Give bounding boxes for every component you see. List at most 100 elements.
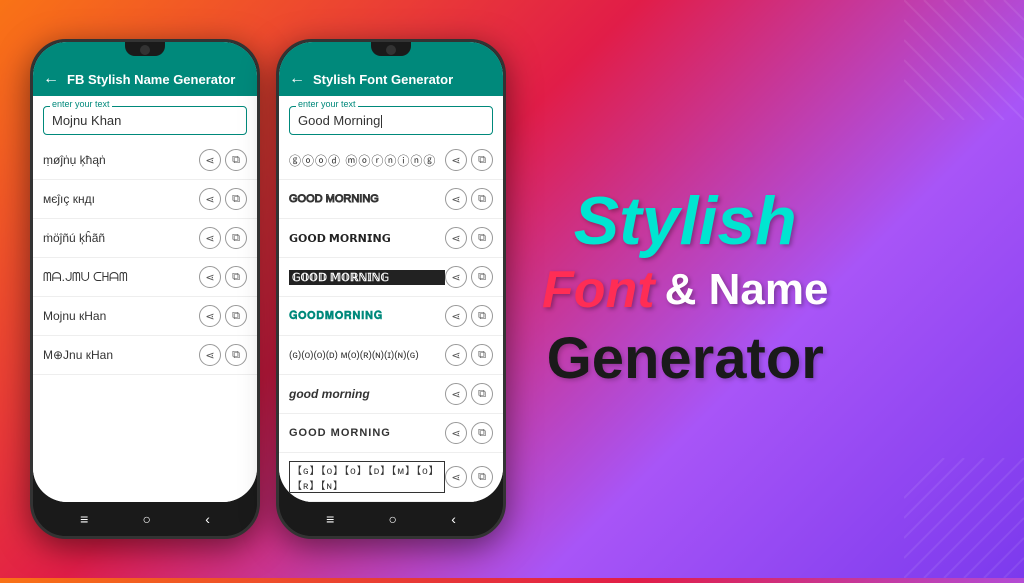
font-text-3: ṁöĵñú ķĥãñ xyxy=(43,231,199,245)
phone-2-input-label: enter your text xyxy=(296,99,358,109)
phone-2: ← Stylish Font Generator enter your text… xyxy=(276,39,506,539)
font-actions-2: ⋖ ⧉ xyxy=(199,188,247,210)
font-text-6: M⊕Jnu кHan xyxy=(43,348,199,362)
font-actions-1: ⋖ ⧉ xyxy=(199,149,247,171)
phone-2-input-area: enter your text Good Morning xyxy=(279,96,503,141)
p2-font-text-2: GOOD MORNING xyxy=(289,193,445,205)
p2-copy-btn-5[interactable]: ⧉ xyxy=(471,305,493,327)
font-item-6: M⊕Jnu кHan ⋖ ⧉ xyxy=(33,336,257,375)
p2-font-item-9: 【ɢ】【ᴏ】【ᴏ】【ᴅ】【ᴍ】【ᴏ】【ʀ】【ɴ】 ⋖ ⧉ xyxy=(279,453,503,502)
font-actions-3: ⋖ ⧉ xyxy=(199,227,247,249)
p2-font-actions-8: ⋖ ⧉ xyxy=(445,422,493,444)
back-arrow-icon-2[interactable]: ← xyxy=(289,70,305,88)
p2-copy-btn-1[interactable]: ⧉ xyxy=(471,149,493,171)
home-nav-btn-1[interactable]: ○ xyxy=(143,511,151,527)
phone-2-input-wrapper[interactable]: enter your text Good Morning xyxy=(289,106,493,135)
p2-font-text-5: 𝐆𝐎𝐎𝐃𝐌𝐎𝐑𝐍𝐈𝐍𝐆 xyxy=(289,310,445,323)
p2-copy-btn-3[interactable]: ⧉ xyxy=(471,227,493,249)
p2-share-btn-4[interactable]: ⋖ xyxy=(445,266,467,288)
phone-1-title: FB Stylish Name Generator xyxy=(67,72,235,87)
p2-share-btn-9[interactable]: ⋖ xyxy=(445,466,467,488)
font-item-3: ṁöĵñú ķĥãñ ⋖ ⧉ xyxy=(33,219,257,258)
p2-copy-btn-8[interactable]: ⧉ xyxy=(471,422,493,444)
p2-font-item-8: GOOD MORNING ⋖ ⧉ xyxy=(279,414,503,453)
share-btn-3[interactable]: ⋖ xyxy=(199,227,221,249)
back-nav-btn-2[interactable]: ‹ xyxy=(451,511,456,527)
p2-font-actions-2: ⋖ ⧉ xyxy=(445,188,493,210)
p2-font-actions-3: ⋖ ⧉ xyxy=(445,227,493,249)
copy-btn-6[interactable]: ⧉ xyxy=(225,344,247,366)
phone-2-font-list: ⓖⓞⓞⓓ ⓜⓞⓡⓝⓘⓝⓖ ⋖ ⧉ GOOD MORNING ⋖ ⧉ 𝗚𝗢𝗢𝗗 𝗠… xyxy=(279,141,503,502)
p2-share-btn-7[interactable]: ⋖ xyxy=(445,383,467,405)
font-actions-6: ⋖ ⧉ xyxy=(199,344,247,366)
menu-nav-btn-1[interactable]: ≡ xyxy=(80,511,88,527)
share-btn-4[interactable]: ⋖ xyxy=(199,266,221,288)
p2-font-actions-9: ⋖ ⧉ xyxy=(445,466,493,488)
phone-1-screen: ← FB Stylish Name Generator enter your t… xyxy=(33,42,257,502)
font-text-4: ᗰᗩ.ᒍᗰᑌ ᑕᕼᗩᗰ xyxy=(43,270,199,285)
menu-nav-btn-2[interactable]: ≡ xyxy=(326,511,334,527)
app-branding: Stylish Font & Name Generator xyxy=(522,167,848,412)
p2-share-btn-2[interactable]: ⋖ xyxy=(445,188,467,210)
share-btn-5[interactable]: ⋖ xyxy=(199,305,221,327)
p2-share-btn-6[interactable]: ⋖ xyxy=(445,344,467,366)
back-arrow-icon[interactable]: ← xyxy=(43,70,59,88)
phone-1-input-wrapper[interactable]: enter your text Mojnu Khan xyxy=(43,106,247,135)
p2-font-text-4: 𝔾𝕆𝕆𝔻 𝕄𝕆ℝℕ𝕀ℕ𝔾 xyxy=(289,270,445,285)
share-btn-1[interactable]: ⋖ xyxy=(199,149,221,171)
brand-and-name-text: & Name xyxy=(665,265,829,315)
copy-btn-5[interactable]: ⧉ xyxy=(225,305,247,327)
font-text-2: мєĵıç кндı xyxy=(43,192,199,206)
brand-generator-text: Generator xyxy=(547,325,824,392)
copy-btn-4[interactable]: ⧉ xyxy=(225,266,247,288)
font-text-1: ṃøĵṅụ ķħąṅ xyxy=(43,153,199,167)
share-btn-6[interactable]: ⋖ xyxy=(199,344,221,366)
copy-btn-3[interactable]: ⧉ xyxy=(225,227,247,249)
p2-font-item-1: ⓖⓞⓞⓓ ⓜⓞⓡⓝⓘⓝⓖ ⋖ ⧉ xyxy=(279,141,503,180)
p2-copy-btn-4[interactable]: ⧉ xyxy=(471,266,493,288)
p2-share-btn-8[interactable]: ⋖ xyxy=(445,422,467,444)
p2-font-text-6: (ɢ)(ᴏ)(ᴏ)(ᴅ) ᴍ(ᴏ)(ʀ)(ɴ)(ɪ)(ɴ)(ɢ) xyxy=(289,350,445,361)
phone-1-input-value[interactable]: Mojnu Khan xyxy=(52,111,238,130)
copy-btn-1[interactable]: ⧉ xyxy=(225,149,247,171)
p2-share-btn-5[interactable]: ⋖ xyxy=(445,305,467,327)
p2-font-text-3: 𝗚𝗢𝗢𝗗 𝗠𝗢𝗥𝗡𝗜𝗡𝗚 xyxy=(289,232,445,245)
p2-share-btn-1[interactable]: ⋖ xyxy=(445,149,467,171)
p2-font-item-6: (ɢ)(ᴏ)(ᴏ)(ᴅ) ᴍ(ᴏ)(ʀ)(ɴ)(ɪ)(ɴ)(ɢ) ⋖ ⧉ xyxy=(279,336,503,375)
p2-font-item-5: 𝐆𝐎𝐎𝐃𝐌𝐎𝐑𝐍𝐈𝐍𝐆 ⋖ ⧉ xyxy=(279,297,503,336)
corner-decoration-br xyxy=(904,458,1024,578)
p2-share-btn-3[interactable]: ⋖ xyxy=(445,227,467,249)
brand-line2: Font & Name xyxy=(542,260,828,320)
font-actions-4: ⋖ ⧉ xyxy=(199,266,247,288)
p2-font-actions-6: ⋖ ⧉ xyxy=(445,344,493,366)
back-nav-btn-1[interactable]: ‹ xyxy=(205,511,210,527)
p2-font-text-9: 【ɢ】【ᴏ】【ᴏ】【ᴅ】【ᴍ】【ᴏ】【ʀ】【ɴ】 xyxy=(289,461,445,493)
p2-font-item-4: 𝔾𝕆𝕆𝔻 𝕄𝕆ℝℕ𝕀ℕ𝔾 ⋖ ⧉ xyxy=(279,258,503,297)
font-actions-5: ⋖ ⧉ xyxy=(199,305,247,327)
copy-btn-2[interactable]: ⧉ xyxy=(225,188,247,210)
p2-font-text-7: good morning xyxy=(289,387,445,401)
p2-font-item-2: GOOD MORNING ⋖ ⧉ xyxy=(279,180,503,219)
p2-font-actions-7: ⋖ ⧉ xyxy=(445,383,493,405)
share-btn-2[interactable]: ⋖ xyxy=(199,188,221,210)
p2-font-item-3: 𝗚𝗢𝗢𝗗 𝗠𝗢𝗥𝗡𝗜𝗡𝗚 ⋖ ⧉ xyxy=(279,219,503,258)
phone-1-font-list: ṃøĵṅụ ķħąṅ ⋖ ⧉ мєĵıç кндı ⋖ ⧉ ṁöĵñú ķĥãñ xyxy=(33,141,257,502)
home-nav-btn-2[interactable]: ○ xyxy=(389,511,397,527)
phone-2-input-value[interactable]: Good Morning xyxy=(298,111,484,130)
brand-font-text: Font xyxy=(542,260,655,320)
p2-font-actions-4: ⋖ ⧉ xyxy=(445,266,493,288)
font-item-2: мєĵıç кндı ⋖ ⧉ xyxy=(33,180,257,219)
p2-font-actions-1: ⋖ ⧉ xyxy=(445,149,493,171)
phone-2-title: Stylish Font Generator xyxy=(313,72,453,87)
phone-1-input-area: enter your text Mojnu Khan xyxy=(33,96,257,141)
phone-1-nav: ≡ ○ ‹ xyxy=(33,502,257,536)
phone-1-input-label: enter your text xyxy=(50,99,112,109)
p2-copy-btn-2[interactable]: ⧉ xyxy=(471,188,493,210)
p2-copy-btn-9[interactable]: ⧉ xyxy=(471,466,493,488)
font-item-1: ṃøĵṅụ ķħąṅ ⋖ ⧉ xyxy=(33,141,257,180)
phone-1: ← FB Stylish Name Generator enter your t… xyxy=(30,39,260,539)
p2-copy-btn-7[interactable]: ⧉ xyxy=(471,383,493,405)
p2-copy-btn-6[interactable]: ⧉ xyxy=(471,344,493,366)
p2-font-text-1: ⓖⓞⓞⓓ ⓜⓞⓡⓝⓘⓝⓖ xyxy=(289,152,445,169)
p2-font-actions-5: ⋖ ⧉ xyxy=(445,305,493,327)
